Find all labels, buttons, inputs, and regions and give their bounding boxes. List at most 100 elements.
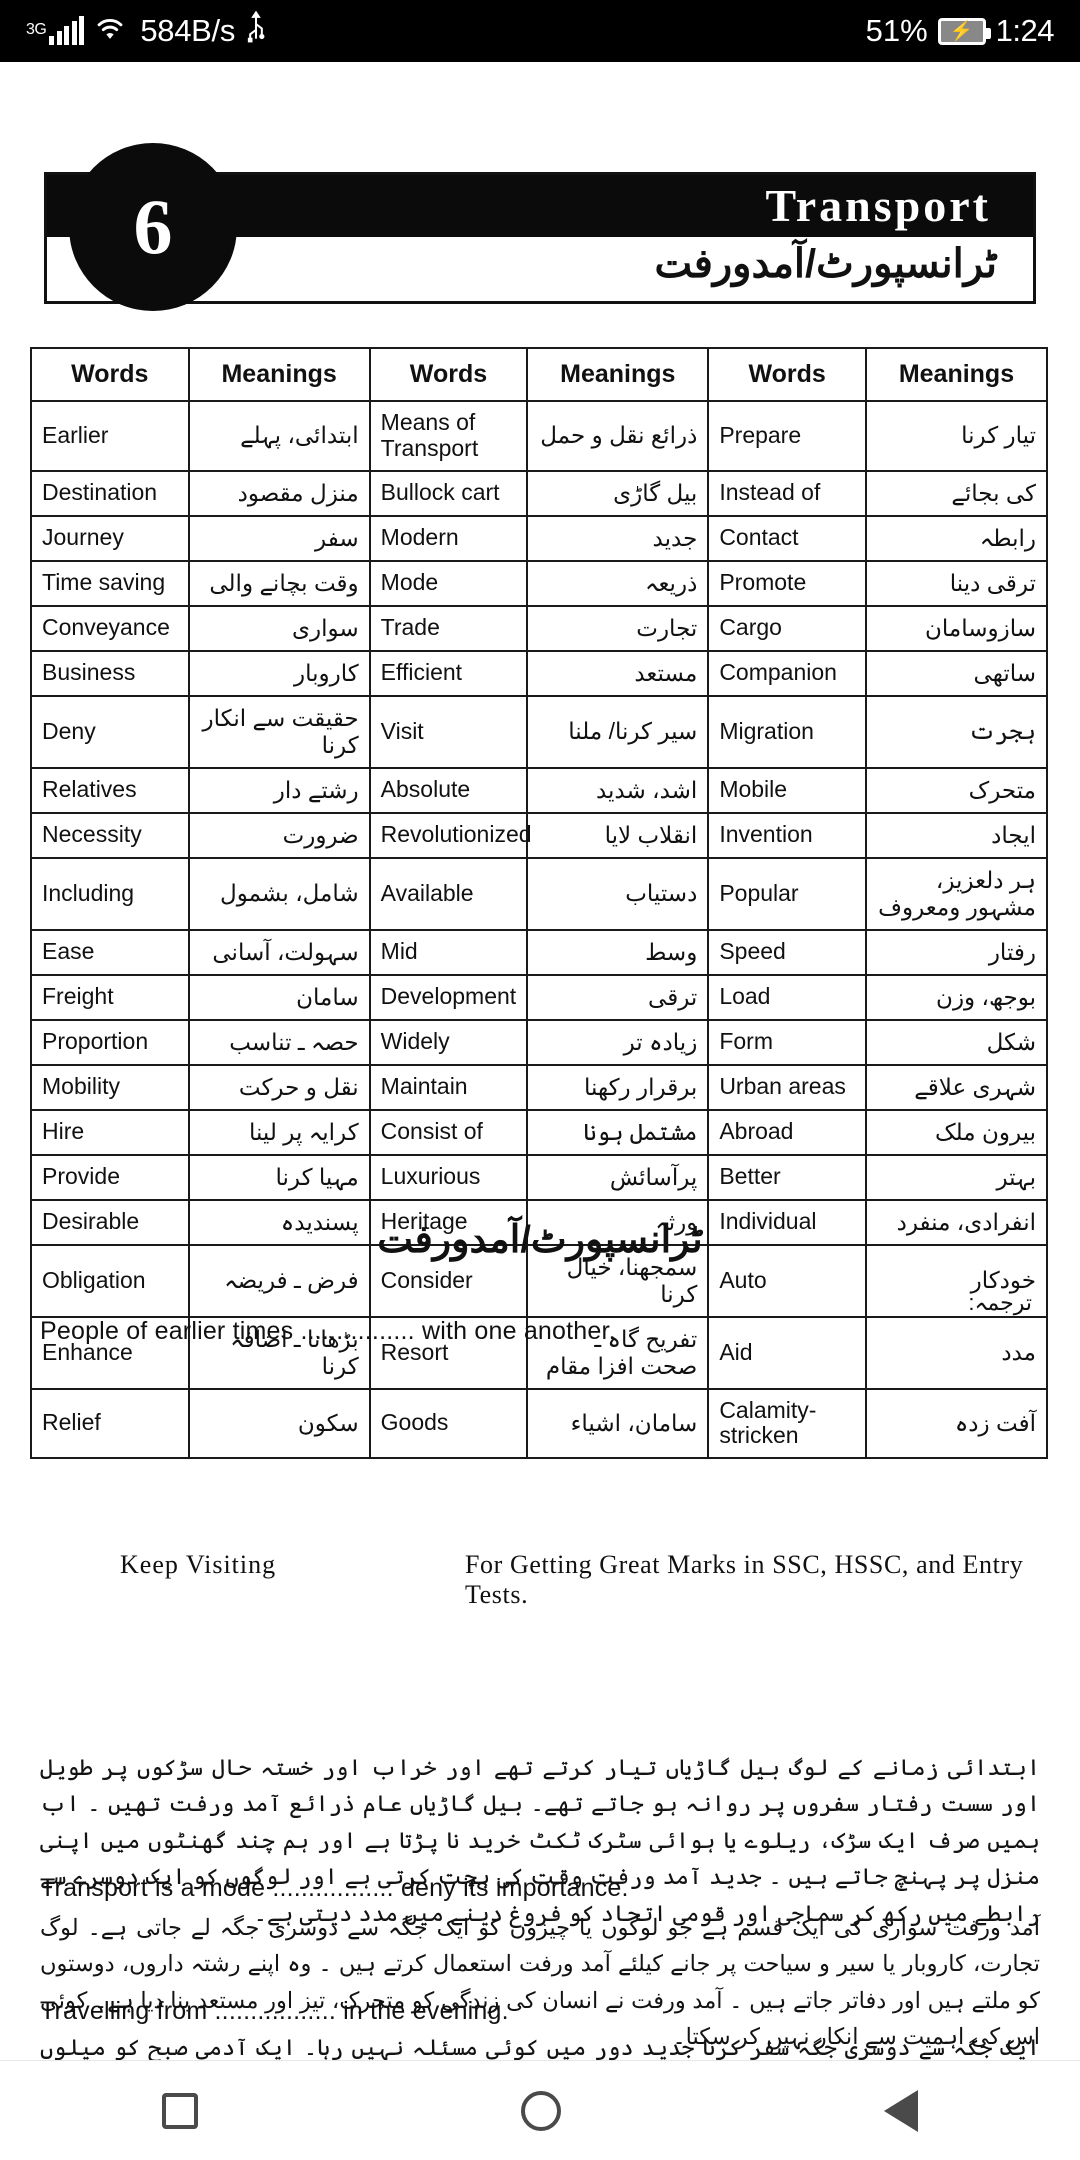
vocab-meaning-cell: ایجاد bbox=[864, 811, 1049, 859]
vocab-word-cell: Necessity bbox=[30, 811, 190, 859]
vocab-meaning-cell: ساتھی bbox=[864, 649, 1049, 697]
vocab-meaning-cell: بوجھ، وزن bbox=[864, 973, 1049, 1021]
vocab-word-cell: Hire bbox=[30, 1108, 190, 1156]
vocab-meaning-cell: متحرک bbox=[864, 766, 1049, 814]
vocab-word-cell: Speed bbox=[707, 928, 867, 976]
vocab-word-cell: Relatives bbox=[30, 766, 190, 814]
vocab-word-cell: Modern bbox=[368, 514, 529, 562]
vocab-meaning-cell: مستعد bbox=[526, 649, 710, 697]
vocab-meaning-cell: اشد، شدید bbox=[526, 766, 710, 814]
vocabulary-table: Words Meanings Words Meanings Words Mean… bbox=[30, 347, 1049, 1459]
vocab-word-cell: Efficient bbox=[368, 649, 529, 697]
marks-note-label: For Getting Great Marks in SSC, HSSC, an… bbox=[465, 1550, 1024, 1609]
vocab-word-cell: Conveyance bbox=[30, 604, 190, 652]
vocab-word-cell: Consist of bbox=[368, 1108, 529, 1156]
vocab-word-cell: Available bbox=[368, 856, 529, 931]
vocab-word-cell: Mobility bbox=[30, 1063, 190, 1111]
vocab-word-cell: Urban areas bbox=[707, 1063, 867, 1111]
table-row: Earlier ابتدائی، پہلے Means of Transport ذر… bbox=[30, 400, 1049, 472]
vocab-meaning-cell: رفتار bbox=[864, 928, 1049, 976]
vocab-word-cell: Journey bbox=[30, 514, 190, 562]
chapter-header-banner: Transport ٹرانسپورٹ/آمدورفت 6 bbox=[44, 140, 1036, 314]
vocab-word-cell: Invention bbox=[707, 811, 867, 859]
table-row: Including شامل، بشمول Available دستیاب Popul… bbox=[30, 856, 1049, 931]
vocabulary-table-body: Earlier ابتدائی، پہلے Means of Transport ذر… bbox=[30, 400, 1049, 1459]
exercise-sentence-2: Transport is a mode ................. de… bbox=[40, 1874, 629, 1902]
column-header-meanings-3: Meanings bbox=[864, 347, 1049, 402]
vocab-meaning-cell: ہجرت bbox=[864, 694, 1049, 769]
column-header-words-1: Words bbox=[30, 347, 190, 402]
vocab-meaning-cell: بہتر bbox=[864, 1153, 1049, 1201]
vocab-meaning-cell: رابطہ bbox=[864, 514, 1049, 562]
vocab-word-cell: Goods bbox=[368, 1387, 529, 1459]
vocab-meaning-cell: زیادہ تر bbox=[526, 1018, 710, 1066]
vocab-meaning-cell: حقیقت سے انکار کرنا bbox=[187, 694, 371, 769]
chapter-title-urdu: ٹرانسپورٹ/آمدورفت bbox=[654, 242, 997, 286]
table-row: Conveyance سواری Trade تجارت Cargo سازوسامان bbox=[30, 604, 1049, 652]
vocab-word-cell: Proportion bbox=[30, 1018, 190, 1066]
vocab-meaning-cell: کی بجائے bbox=[864, 469, 1049, 517]
vocab-word-cell: Trade bbox=[368, 604, 529, 652]
vocab-word-cell: Bullock cart bbox=[368, 469, 529, 517]
table-row: Provide مہیا کرنا Luxurious پرآسائش Better بہ… bbox=[30, 1153, 1049, 1201]
table-row: Relief سکون Goods سامان، اشیاء Calamity-stri… bbox=[30, 1387, 1049, 1459]
chapter-title-english: Transport bbox=[765, 180, 991, 231]
vocab-meaning-cell: پرآسائش bbox=[526, 1153, 710, 1201]
home-icon[interactable] bbox=[520, 2090, 561, 2131]
vocab-word-cell: Form bbox=[707, 1018, 867, 1066]
signal-bars-icon bbox=[49, 16, 85, 45]
vocab-meaning-cell: ہر دلعزیز، مشہور ومعروف bbox=[864, 856, 1049, 931]
status-bar-right: 51% ⚡ 1:24 bbox=[865, 13, 1055, 49]
vocab-meaning-cell: سامان، اشیاء bbox=[526, 1387, 710, 1459]
vocab-word-cell: Cargo bbox=[707, 604, 867, 652]
vocab-meaning-cell: سواری bbox=[187, 604, 371, 652]
vocab-word-cell: Means of Transport bbox=[368, 400, 529, 472]
android-navigation-bar[interactable] bbox=[0, 2060, 1080, 2160]
translation-label-urdu: ترجمہ: bbox=[968, 1290, 1032, 1315]
vocab-meaning-cell: سامان bbox=[187, 973, 371, 1021]
table-row: Freight سامان Development ترقی Load بوجھ، وزن bbox=[30, 973, 1049, 1021]
vocab-meaning-cell: تجارت bbox=[526, 604, 710, 652]
vocab-meaning-cell: وقت بچانے والی bbox=[187, 559, 371, 607]
recent-apps-icon[interactable] bbox=[161, 2092, 198, 2129]
battery-charging-icon: ⚡ bbox=[937, 17, 991, 45]
exercise-sentence-3: Travelling from ................. in the… bbox=[40, 1997, 509, 2025]
vocab-meaning-cell: شامل، بشمول bbox=[187, 856, 371, 931]
usb-icon bbox=[244, 10, 268, 51]
back-icon[interactable] bbox=[884, 2089, 919, 2132]
vocab-meaning-cell: ترقی دینا bbox=[864, 559, 1049, 607]
battery-percent-label: 51% bbox=[865, 13, 928, 48]
vocab-word-cell: Development bbox=[368, 973, 529, 1021]
vocab-meaning-cell: برقرار رکھنا bbox=[526, 1063, 710, 1111]
vocab-word-cell: Popular bbox=[707, 856, 867, 931]
vocab-meaning-cell: سہولت، آسانی bbox=[187, 928, 371, 976]
vocab-meaning-cell: نقل و حرکت bbox=[187, 1063, 371, 1111]
vocab-word-cell: Instead of bbox=[707, 469, 867, 517]
table-row: Mobility نقل و حرکت Maintain برقرار رکھنا Ur… bbox=[30, 1063, 1049, 1111]
status-bar: 3G 584B/s 51% ⚡ 1:24 bbox=[0, 0, 1080, 62]
column-header-words-2: Words bbox=[368, 347, 529, 402]
vocab-word-cell: Load bbox=[707, 973, 867, 1021]
scanned-page-content[interactable]: Transport ٹرانسپورٹ/آمدورفت 6 Words Mean… bbox=[0, 62, 1080, 2160]
vocab-word-cell: Mid bbox=[368, 928, 529, 976]
vocab-meaning-cell: بیرون ملک bbox=[864, 1108, 1049, 1156]
vocab-word-cell: Time saving bbox=[30, 559, 190, 607]
vocab-meaning-cell: وسط bbox=[526, 928, 710, 976]
column-header-meanings-2: Meanings bbox=[526, 347, 710, 402]
vocab-word-cell: Better bbox=[707, 1153, 867, 1201]
table-header-row: Words Meanings Words Meanings Words Mean… bbox=[30, 347, 1049, 402]
vocab-meaning-cell: سیر کرنا/ ملنا bbox=[526, 694, 710, 769]
vocab-word-cell: Aid bbox=[707, 1315, 867, 1390]
vocab-word-cell: Earlier bbox=[30, 400, 190, 472]
vocab-word-cell: Mode bbox=[368, 559, 529, 607]
vocab-word-cell: Prepare bbox=[707, 400, 867, 472]
wifi-icon bbox=[93, 13, 127, 49]
column-header-meanings-1: Meanings bbox=[187, 347, 371, 402]
vocab-word-cell: Companion bbox=[707, 649, 867, 697]
section-subtitle-urdu: ٹرانسپورٹ/آمدورفت bbox=[377, 1219, 703, 1261]
table-row: Necessity ضرورت Revolutionized انقلاب لایا I… bbox=[30, 811, 1049, 859]
vocab-word-cell: Contact bbox=[707, 514, 867, 562]
vocab-word-cell: Luxurious bbox=[368, 1153, 529, 1201]
table-row: Business کاروبار Efficient مستعد Companion سا… bbox=[30, 649, 1049, 697]
network-type-label: 3G bbox=[26, 21, 47, 38]
